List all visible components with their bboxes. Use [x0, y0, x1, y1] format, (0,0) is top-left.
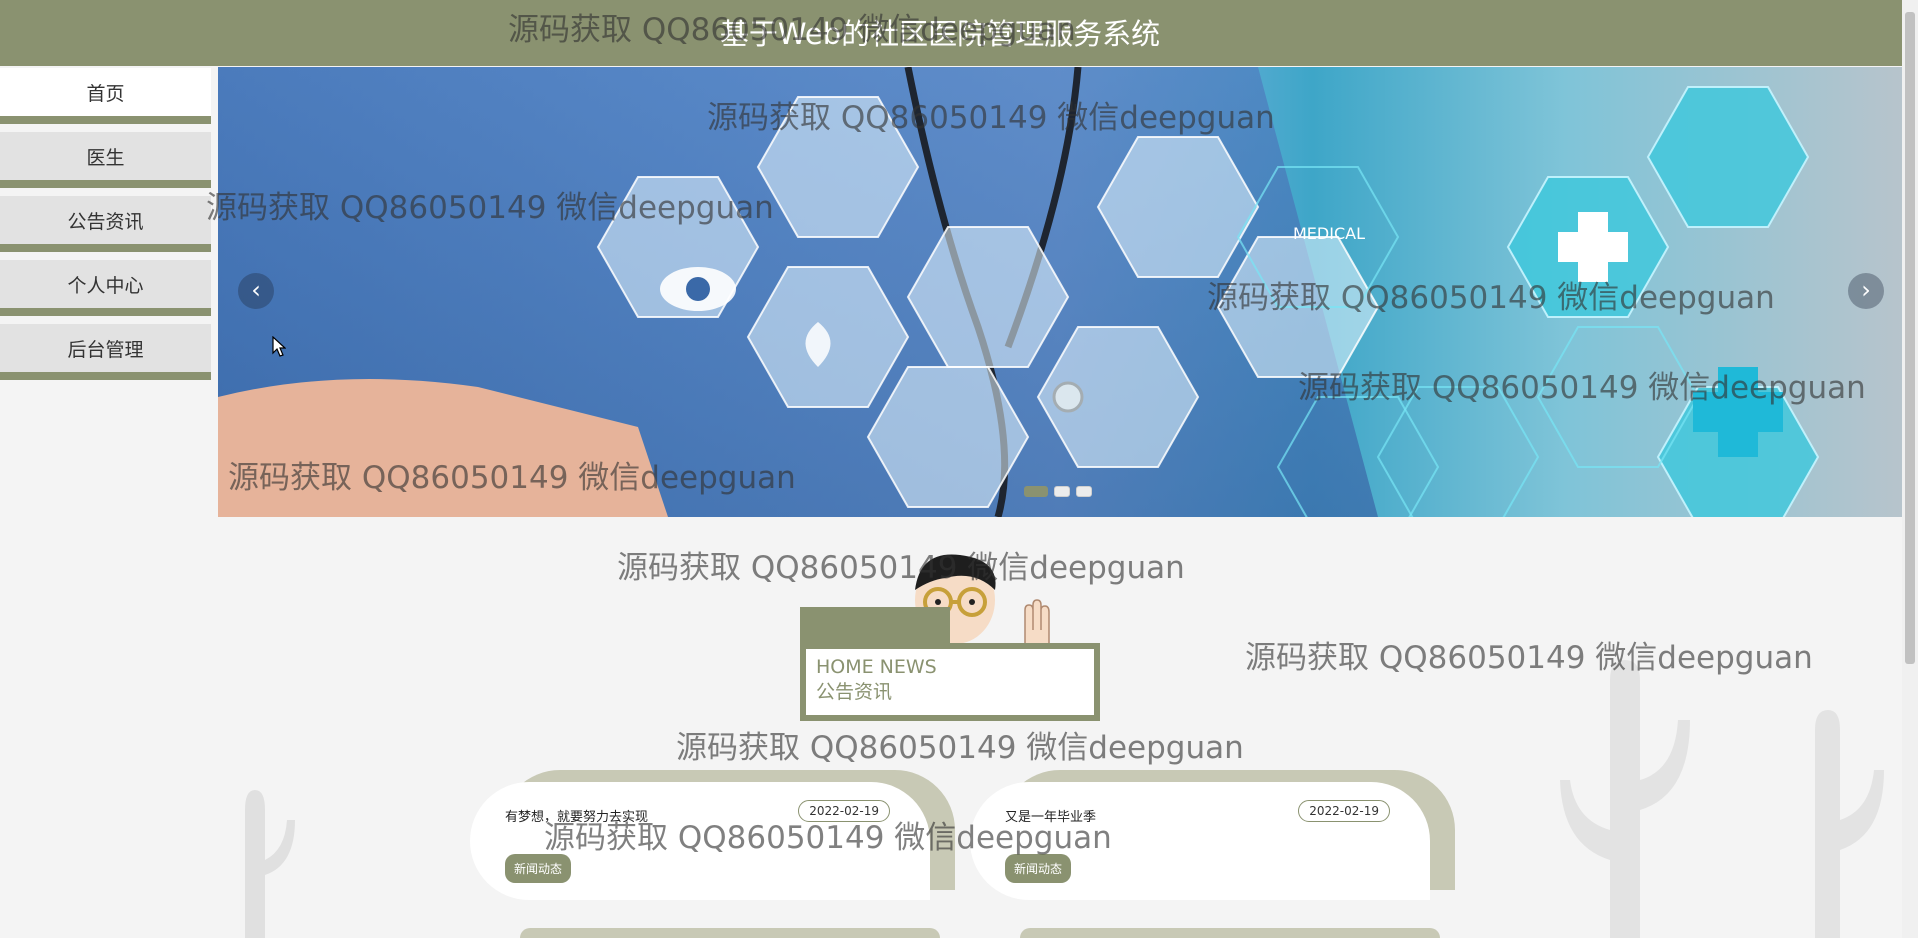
heading-tab-decoration — [800, 607, 950, 645]
news-date-badge: 2022-02-19 — [1298, 800, 1390, 822]
carousel-dot[interactable] — [1054, 486, 1070, 497]
scrollbar-thumb[interactable] — [1905, 12, 1915, 664]
watermark-text: 源码获取 QQ86050149 微信deepguan — [1245, 640, 1813, 676]
news-heading-cn: 公告资讯 — [816, 681, 893, 703]
carousel-slide-image: MEDICAL — [218, 67, 1820, 517]
carousel-prev-button[interactable]: ‹ — [238, 273, 274, 309]
top-header: 基于Web的社区医院管理服务系统 — [0, 0, 1902, 66]
site-title: 基于Web的社区医院管理服务系统 — [719, 17, 1161, 51]
banner-carousel: MEDICAL — [218, 67, 1902, 517]
sidebar-nav: 首页 医生 公告资讯 个人中心 后台管理 — [0, 68, 211, 388]
sidebar-item-label: 个人中心 — [67, 275, 144, 297]
chevron-left-icon: ‹ — [251, 276, 261, 304]
heading-frame: HOME NEWS 公告资讯 — [800, 643, 1100, 721]
sidebar-item-doctors[interactable]: 医生 — [0, 132, 211, 188]
carousel-next-button[interactable]: › — [1848, 273, 1884, 309]
carousel-indicators — [1024, 486, 1092, 497]
watermark-text: 源码获取 QQ86050149 微信deepguan — [617, 550, 1185, 586]
cactus-decoration-icon — [245, 790, 295, 938]
news-section-heading: HOME NEWS 公告资讯 — [800, 607, 1100, 721]
card-body: 有梦想，就要努力去实现 2022-02-19 新闻动态 — [470, 782, 930, 900]
news-card-partial — [1020, 928, 1440, 938]
carousel-dot[interactable] — [1076, 486, 1092, 497]
sidebar-item-label: 后台管理 — [67, 339, 144, 361]
news-heading-en: HOME NEWS — [816, 656, 937, 678]
news-category-tag[interactable]: 新闻动态 — [505, 854, 572, 883]
cactus-decoration-icon — [1815, 710, 1884, 938]
news-title[interactable]: 又是一年毕业季 — [1005, 806, 1096, 825]
cactus-decoration-icon — [1560, 660, 1690, 938]
sidebar-item-label: 首页 — [86, 83, 125, 105]
sidebar-item-admin[interactable]: 后台管理 — [0, 324, 211, 380]
watermark-text: 源码获取 QQ86050149 微信deepguan — [676, 730, 1244, 766]
news-card[interactable]: 又是一年毕业季 2022-02-19 新闻动态 — [970, 770, 1455, 900]
mouse-cursor-icon — [272, 336, 286, 357]
news-card[interactable]: 有梦想，就要努力去实现 2022-02-19 新闻动态 — [470, 770, 955, 900]
news-title[interactable]: 有梦想，就要努力去实现 — [505, 806, 648, 825]
sidebar-item-announcements[interactable]: 公告资讯 — [0, 196, 211, 252]
card-body: 又是一年毕业季 2022-02-19 新闻动态 — [970, 782, 1430, 900]
page-scrollbar[interactable] — [1902, 0, 1918, 938]
sidebar-item-label: 公告资讯 — [67, 211, 144, 233]
sidebar-item-label: 医生 — [86, 147, 125, 169]
chevron-right-icon: › — [1861, 276, 1871, 304]
heading-inner: HOME NEWS 公告资讯 — [806, 649, 1094, 715]
news-card-partial — [520, 928, 940, 938]
carousel-dot[interactable] — [1024, 486, 1048, 497]
news-category-tag[interactable]: 新闻动态 — [1005, 854, 1072, 883]
sidebar-item-home[interactable]: 首页 — [0, 68, 211, 124]
medical-image-text: MEDICAL — [1293, 224, 1365, 243]
news-date-badge: 2022-02-19 — [798, 800, 890, 822]
sidebar-item-personal-center[interactable]: 个人中心 — [0, 260, 211, 316]
